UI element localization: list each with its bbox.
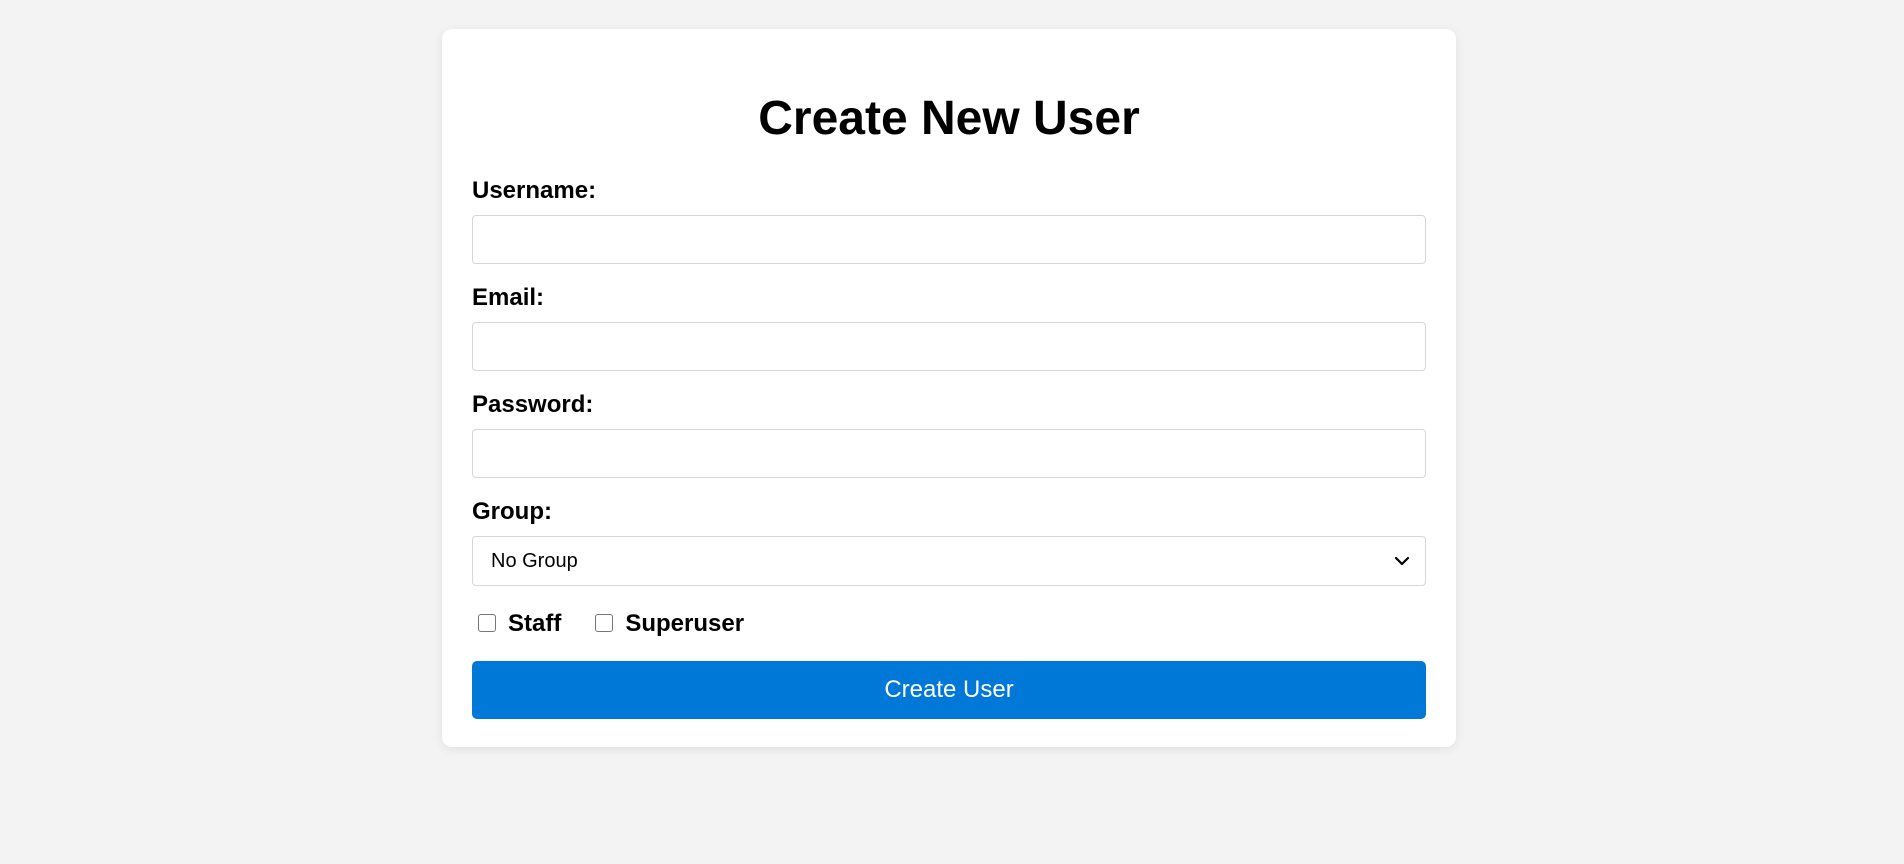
email-group: Email: [472, 284, 1426, 371]
username-label: Username: [472, 177, 597, 204]
password-label: Password: [472, 391, 594, 418]
staff-checkbox-item[interactable]: Staff [478, 610, 561, 638]
page-title: Create New User [758, 92, 1140, 145]
password-input[interactable] [472, 429, 1426, 478]
chevron-down-icon [1394, 556, 1410, 566]
password-group: Password: [472, 391, 1426, 478]
superuser-label: Superuser [625, 610, 745, 637]
group-select[interactable]: No Group [472, 536, 1426, 586]
create-user-button[interactable]: Create User [472, 661, 1426, 719]
username-group: Username: [472, 177, 1426, 264]
group-label: Group: [472, 498, 552, 525]
staff-checkbox[interactable] [478, 614, 496, 632]
staff-label: Staff [508, 610, 562, 637]
create-user-card: Create New User Username: Email: Passwor… [442, 29, 1456, 747]
group-select-value: No Group [491, 550, 578, 572]
email-label: Email: [472, 284, 545, 311]
superuser-checkbox-item[interactable]: Superuser [595, 610, 744, 638]
email-input[interactable] [472, 322, 1426, 371]
role-checkboxes: Staff Superuser [472, 609, 1426, 639]
group-group: Group: No Group [472, 498, 1426, 586]
username-input[interactable] [472, 215, 1426, 264]
superuser-checkbox[interactable] [595, 614, 614, 632]
